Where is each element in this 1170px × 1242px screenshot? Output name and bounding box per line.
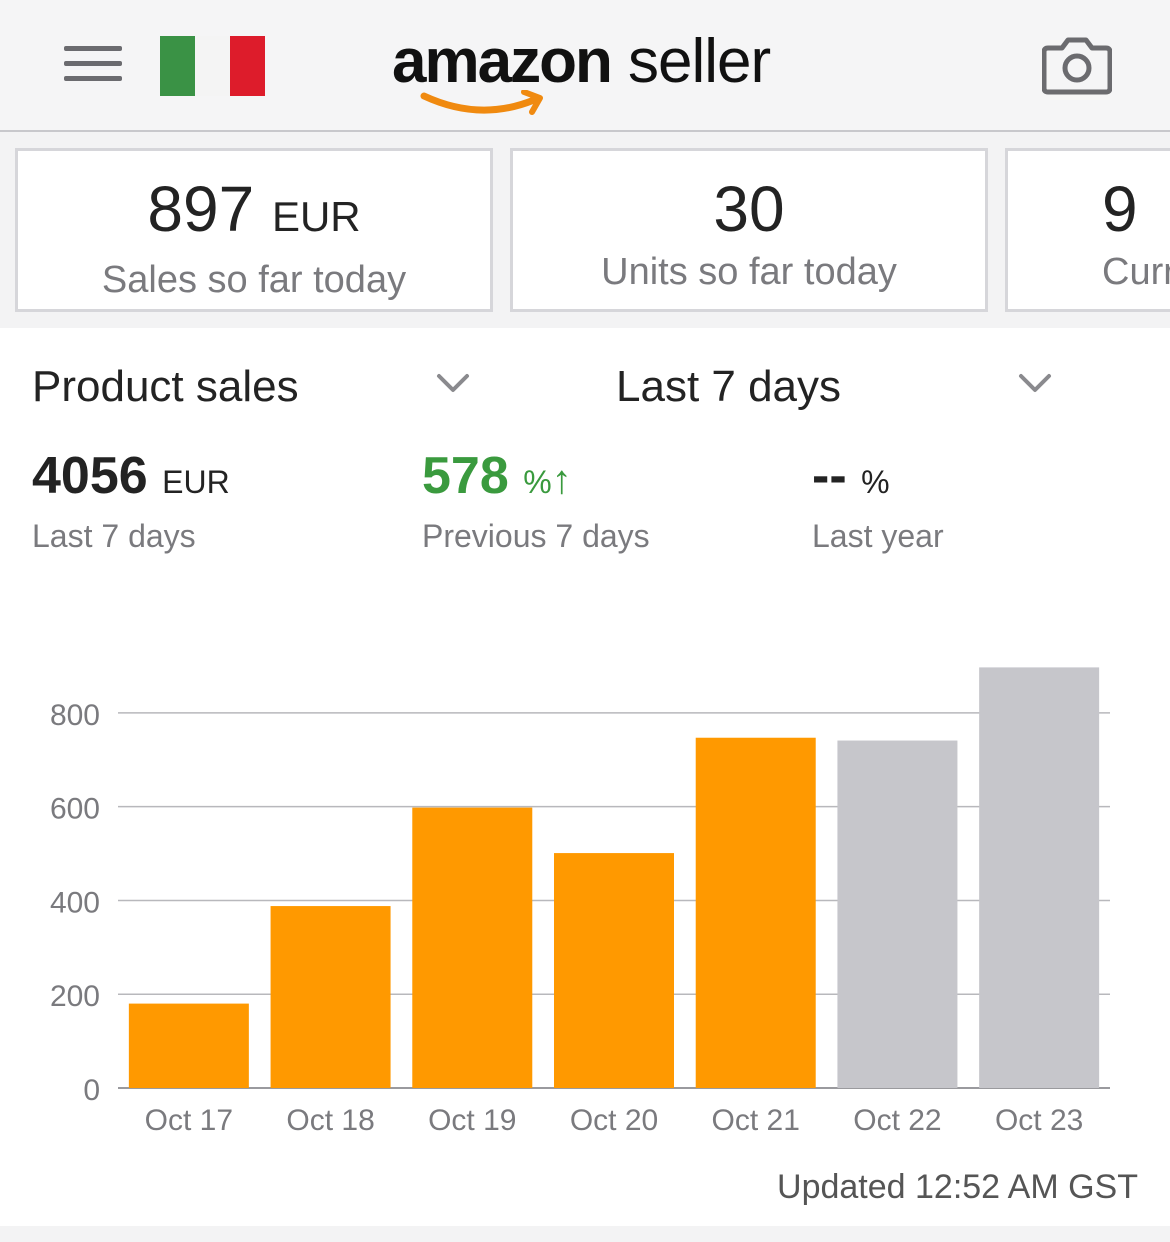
- card-value: 9: [1102, 173, 1138, 245]
- sales-today-card[interactable]: 897 EUR Sales so far today: [15, 148, 493, 312]
- arrow-up-icon: ↑: [551, 458, 572, 502]
- y-tick-label: 600: [50, 793, 100, 826]
- x-tick-label: Oct 18: [286, 1104, 374, 1137]
- italy-flag-icon[interactable]: [160, 36, 265, 96]
- units-today-card[interactable]: 30 Units so far today: [510, 148, 988, 312]
- chevron-down-icon: [437, 374, 469, 392]
- bar: [128, 1003, 249, 1088]
- card-label: Sales so far today: [101, 259, 407, 301]
- stat-label: Previous 7 days: [422, 518, 650, 554]
- period-dropdown[interactable]: Last 7 days: [616, 358, 1056, 418]
- current-card-partial[interactable]: 9 Curr: [1005, 148, 1170, 312]
- metric-cards-carousel[interactable]: 897 EUR Sales so far today 30 Units so f…: [0, 134, 1170, 328]
- bar: [695, 737, 816, 1088]
- sales-bar-chart: 0 200 400 600 800 Oct 17 Oct 18 Oct 19 Oct 20 Oct…: [50, 667, 1110, 1137]
- card-value: 30: [713, 173, 785, 245]
- y-tick-label: 400: [50, 886, 100, 919]
- x-tick-label: Oct 20: [570, 1104, 658, 1137]
- card-value: 897 EUR: [147, 173, 361, 245]
- camera-icon[interactable]: [1042, 36, 1112, 96]
- stat-last-year: -- % Last year: [812, 446, 944, 555]
- x-tick-label: Oct 23: [995, 1104, 1083, 1137]
- updated-timestamp: Updated 12:52 AM GST: [777, 1168, 1138, 1206]
- bar: [270, 906, 391, 1088]
- bar: [554, 853, 674, 1088]
- y-tick-label: 800: [50, 699, 100, 732]
- x-tick-label: Oct 17: [145, 1104, 233, 1137]
- stat-last-7-days: 4056 EUR Last 7 days: [32, 446, 230, 555]
- chevron-down-icon: [1019, 374, 1051, 392]
- stat-value: 4056 EUR: [32, 447, 230, 505]
- smile-arrow-icon: [420, 90, 543, 115]
- x-tick-label: Oct 21: [712, 1104, 800, 1137]
- stat-value: -- %: [812, 447, 890, 505]
- metric-dropdown-label: Product sales: [32, 362, 299, 411]
- hamburger-menu-icon[interactable]: [60, 38, 126, 88]
- bar: [412, 807, 533, 1088]
- x-tick-label: Oct 19: [428, 1104, 516, 1137]
- metric-dropdown[interactable]: Product sales: [32, 358, 472, 418]
- logo-brand-light: seller: [628, 27, 771, 96]
- stat-label: Last 7 days: [32, 518, 196, 554]
- bottom-divider: [0, 1226, 1170, 1242]
- stat-label: Last year: [812, 518, 944, 554]
- card-label: Curr: [1102, 251, 1170, 293]
- stat-value: 578 %↑: [422, 447, 572, 505]
- x-tick-label: Oct 22: [853, 1104, 941, 1137]
- sales-panel: Product sales Last 7 days 4056 EUR Last …: [0, 328, 1170, 1226]
- bar: [979, 667, 1100, 1088]
- app-root: amazon seller 897 EUR Sales so far today…: [0, 0, 1170, 1242]
- stat-previous-7-days: 578 %↑ Previous 7 days: [422, 446, 650, 555]
- y-tick-label: 0: [83, 1074, 100, 1107]
- amazon-seller-logo: amazon seller: [390, 18, 790, 118]
- logo-brand-bold: amazon: [392, 27, 613, 96]
- bar: [837, 740, 958, 1088]
- period-dropdown-label: Last 7 days: [616, 362, 842, 411]
- y-tick-label: 200: [50, 980, 100, 1013]
- card-label: Units so far today: [601, 251, 897, 293]
- top-header: amazon seller: [0, 0, 1170, 132]
